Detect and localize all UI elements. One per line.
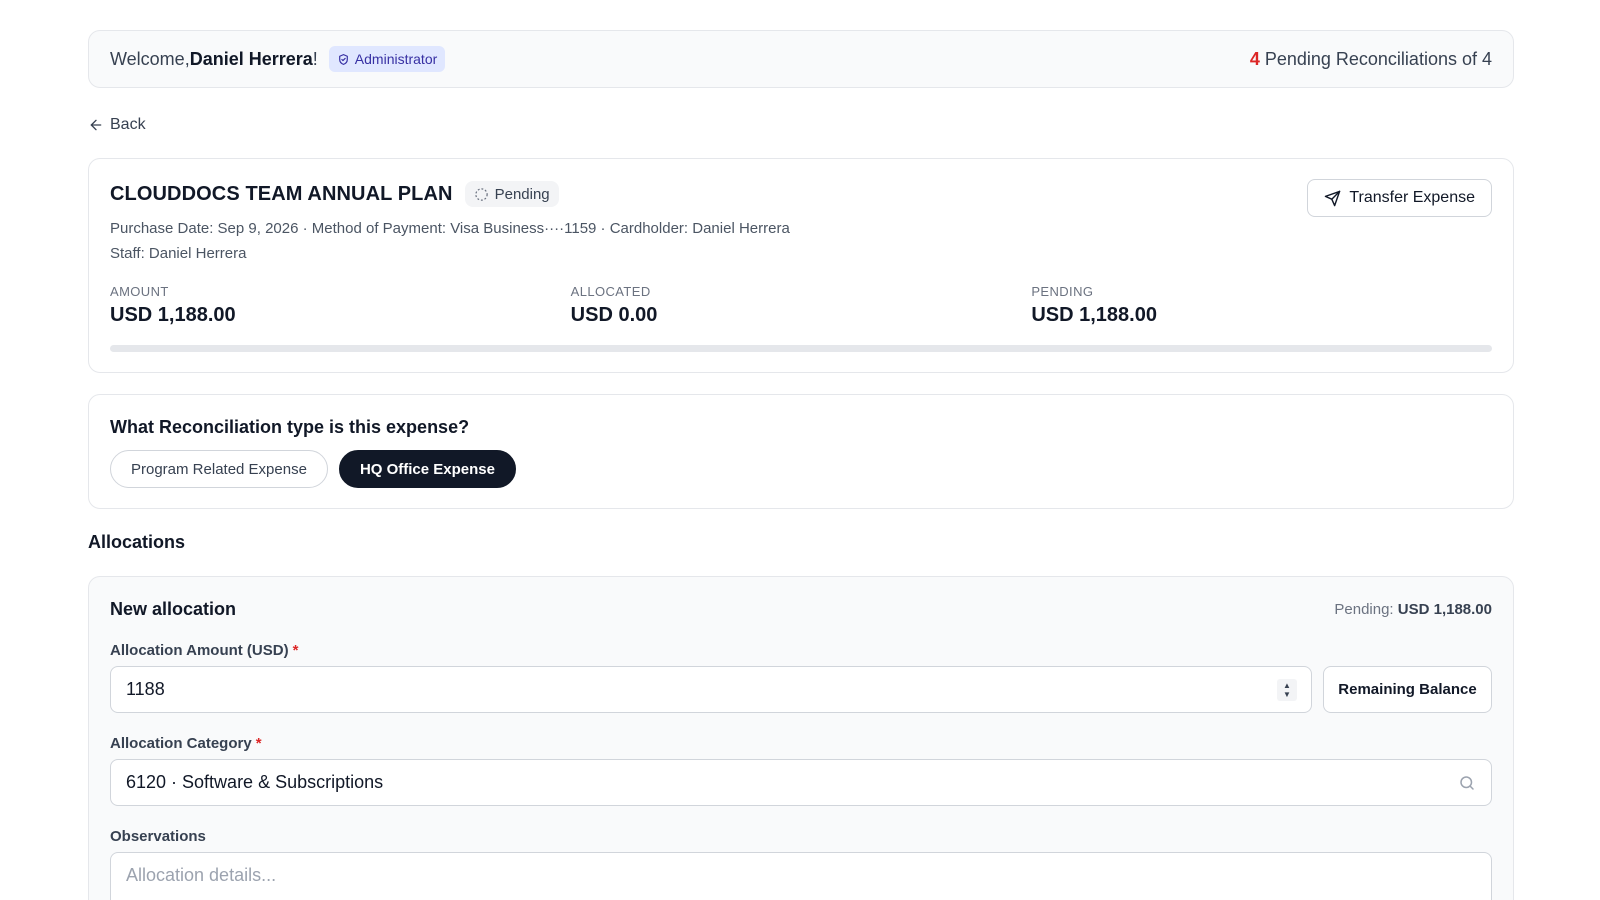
pending-count: 4 [1249,48,1260,69]
staff-meta: Staff: Daniel Herrera [110,245,247,262]
send-icon [1325,190,1341,206]
new-allocation-title: New allocation [110,599,237,619]
stepper-up-icon[interactable]: ▲ [1283,681,1291,690]
expense-summary-card: CLOUDDOCS TEAM ANNUAL PLAN Pending Trans… [88,158,1514,373]
transfer-expense-button[interactable]: Transfer Expense [1307,179,1492,217]
allocation-progress-bar [110,345,1492,352]
amount-stat: AMOUNT USD 1,188.00 [110,284,571,327]
option-hq-office-expense[interactable]: HQ Office Expense [338,450,516,488]
pending-text: Pending Reconciliations of 4 [1264,48,1492,69]
amount-value: USD 1,188.00 [110,304,236,326]
observations-placeholder: Allocation details... [126,865,277,885]
remaining-balance-button[interactable]: Remaining Balance [1323,666,1492,713]
role-badge: Administrator [328,46,446,72]
allocation-pending-value: USD 1,188.00 [1397,601,1492,618]
status-label: Pending [494,185,550,203]
allocation-amount-label-text: Allocation Amount (USD) [110,642,289,659]
observations-textarea[interactable]: Allocation details... [110,852,1492,900]
pending-label: PENDING [1031,284,1094,299]
pending-reconciliations: 4 Pending Reconciliations of 4 [1250,49,1492,70]
allocation-category-value: 6120 · Software & Subscriptions [126,772,384,792]
expense-title: CLOUDDOCS TEAM ANNUAL PLAN [110,182,453,205]
role-label: Administrator [354,51,438,67]
welcome-bar: Welcome, Daniel Herrera ! Administrator … [88,30,1514,88]
loader-icon [474,187,488,201]
reconciliation-options: Program Related Expense HQ Office Expens… [110,450,1492,488]
reconciliation-question: What Reconciliation type is this expense… [110,417,470,437]
welcome-suffix: ! [312,48,318,69]
amount-label: AMOUNT [110,284,169,299]
user-name: Daniel Herrera [189,48,313,69]
allocated-label: ALLOCATED [570,284,651,299]
back-label: Back [110,116,146,133]
pending-value: USD 1,188.00 [1031,304,1157,326]
status-badge: Pending [464,181,559,207]
allocation-category-label-text: Allocation Category [110,735,252,752]
required-mark: * [255,735,262,752]
transfer-label: Transfer Expense [1349,189,1475,206]
shield-icon [338,53,348,65]
allocation-amount-input[interactable]: 1188 ▲ ▼ [110,666,1312,713]
purchase-meta: Purchase Date: Sep 9, 2026 · Method of P… [110,220,790,237]
number-stepper[interactable]: ▲ ▼ [1277,679,1297,701]
option-program-related-expense[interactable]: Program Related Expense [110,450,328,488]
observations-label: Observations [110,828,206,845]
allocation-category-label: Allocation Category * [110,735,262,752]
back-link[interactable]: Back [88,116,146,134]
allocation-category-input[interactable]: 6120 · Software & Subscriptions [110,759,1492,806]
allocated-stat: ALLOCATED USD 0.00 [571,284,1032,327]
stepper-down-icon[interactable]: ▼ [1283,690,1291,699]
new-allocation-card: New allocation Pending: USD 1,188.00 All… [88,576,1514,900]
allocated-value: USD 0.00 [570,304,658,326]
pending-stat: PENDING USD 1,188.00 [1031,284,1492,327]
welcome-prefix: Welcome, [110,48,190,69]
reconciliation-type-card: What Reconciliation type is this expense… [88,394,1514,509]
arrow-left-icon [90,119,102,131]
allocations-heading: Allocations [88,532,186,552]
welcome-message: Welcome, Daniel Herrera ! Administrator [110,46,446,72]
search-icon [1460,776,1474,790]
required-mark: * [292,642,299,659]
allocation-amount-value: 1188 [126,679,165,699]
allocation-pending: Pending: USD 1,188.00 [1334,601,1492,618]
allocation-amount-label: Allocation Amount (USD) * [110,642,298,659]
allocation-pending-prefix: Pending: [1334,601,1398,618]
